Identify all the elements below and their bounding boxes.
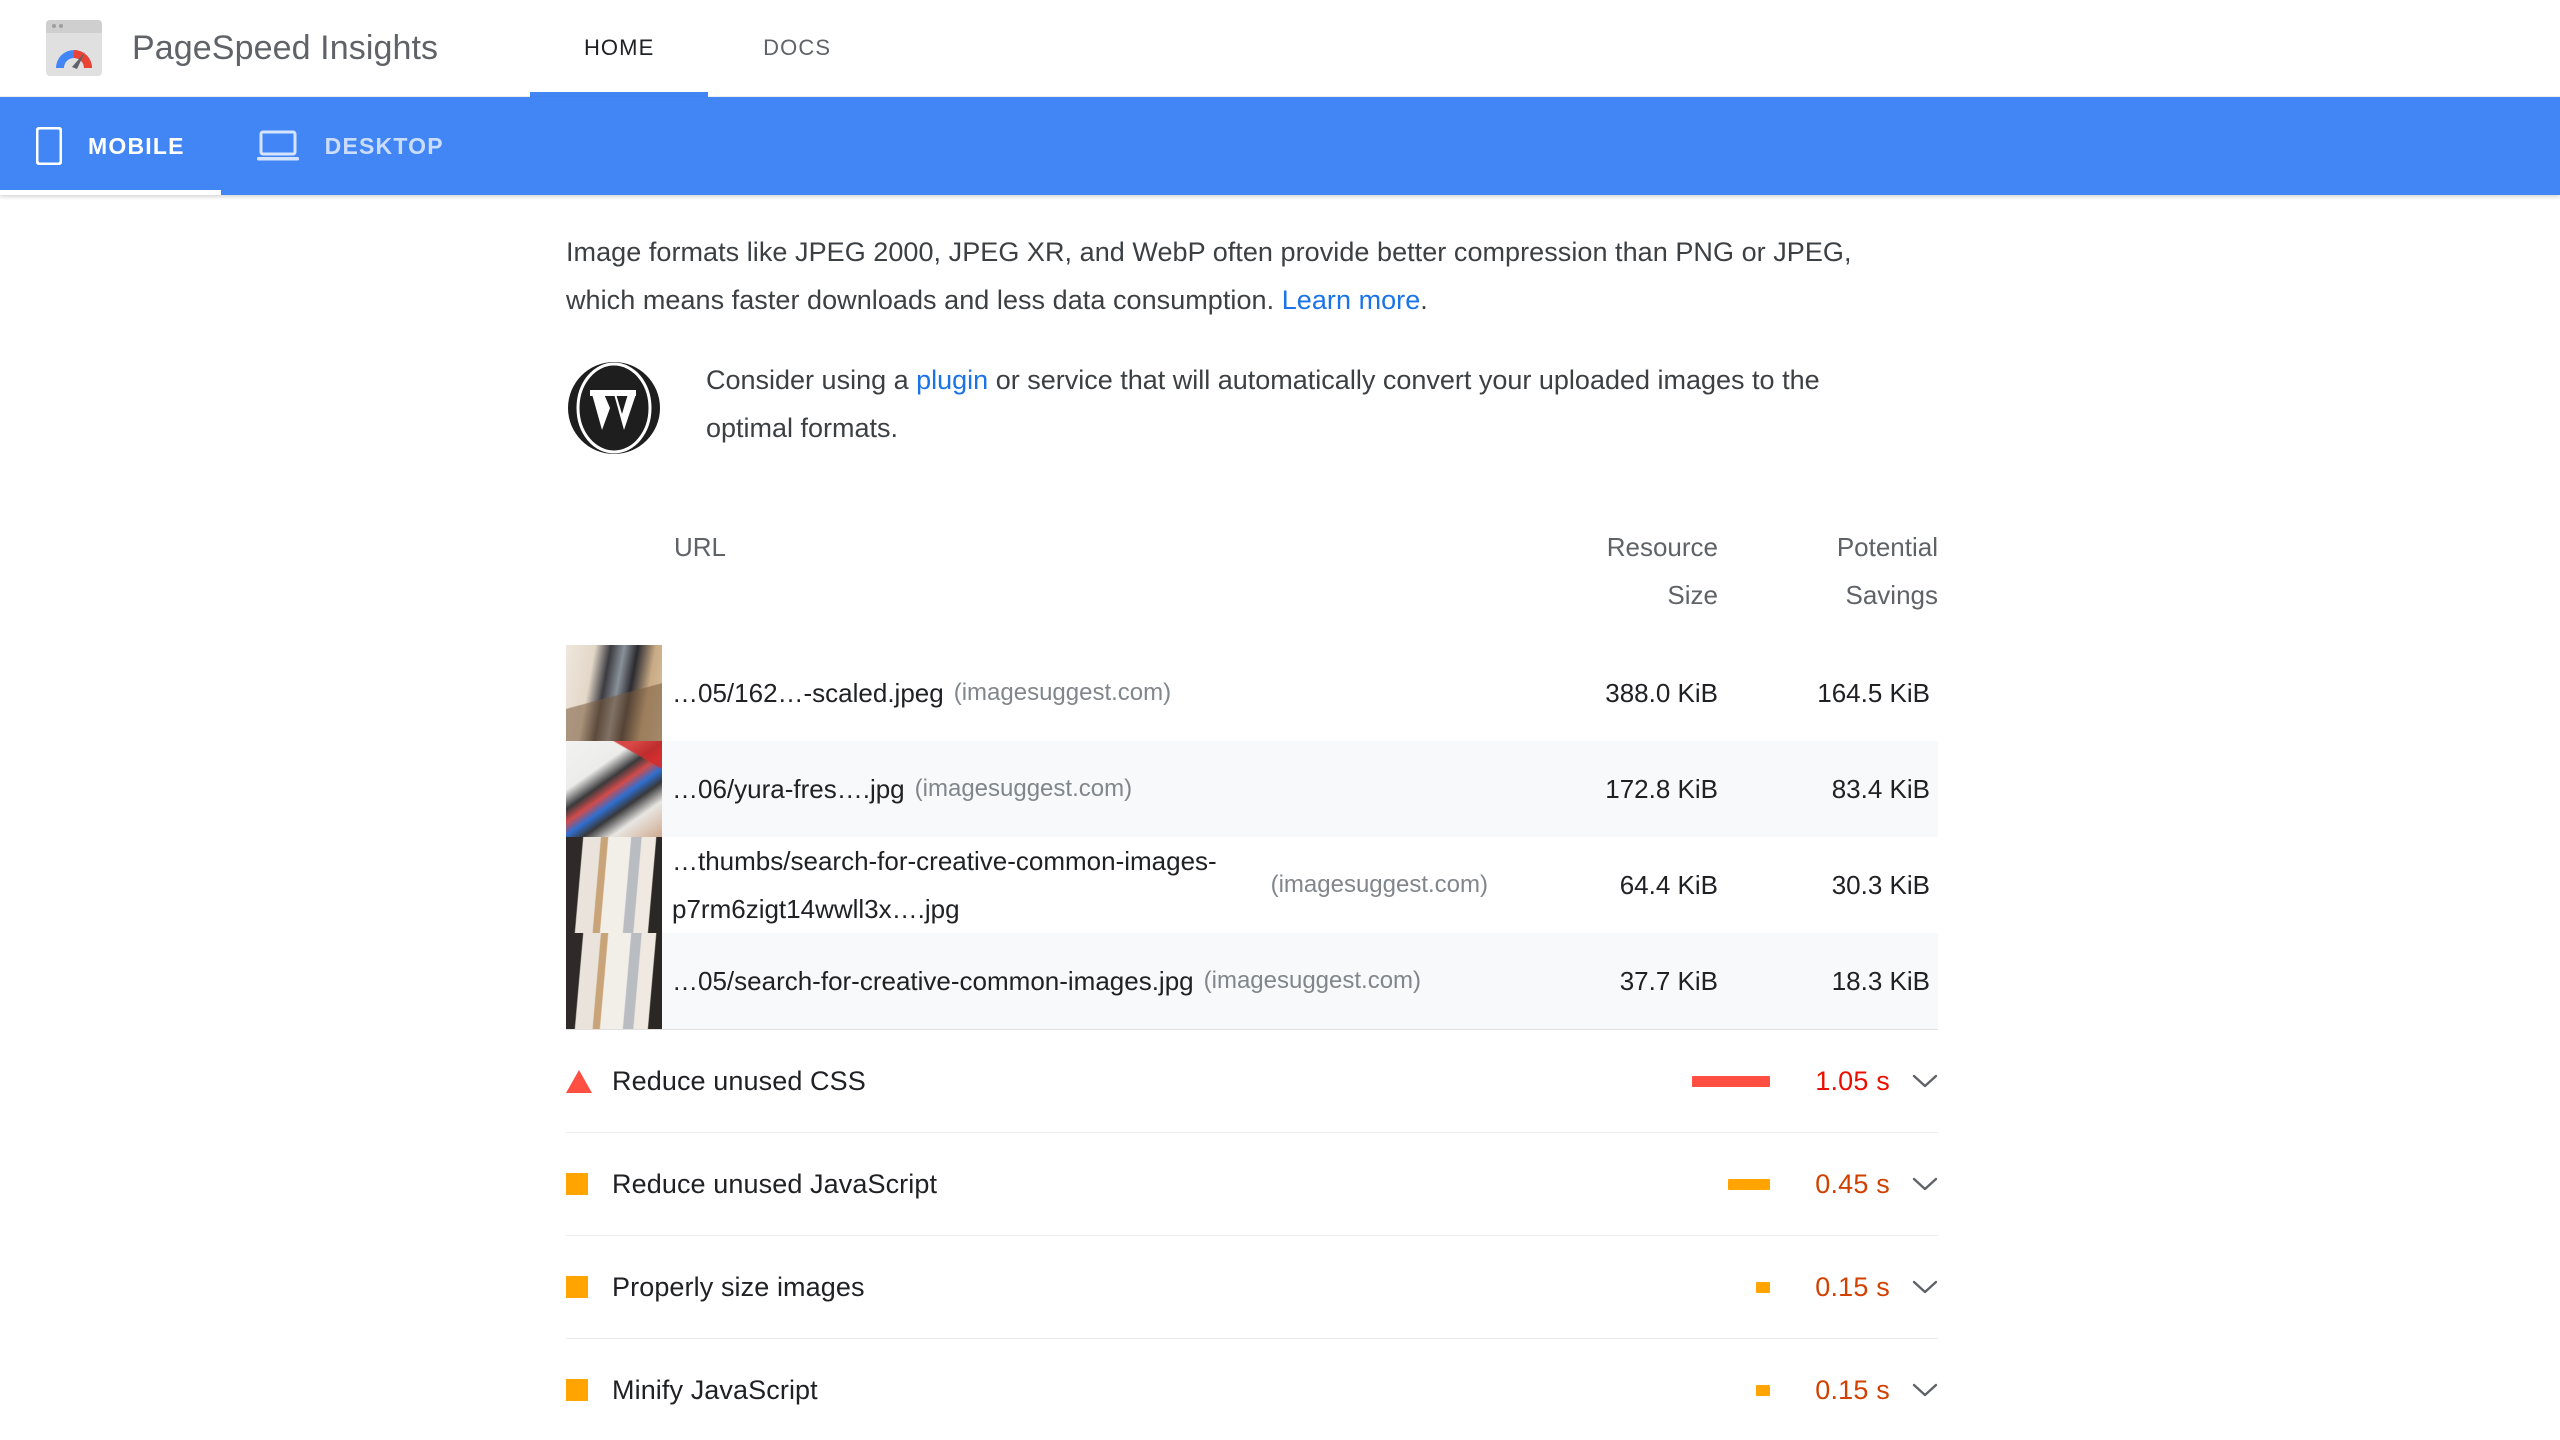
pagespeed-insights-logo-icon — [46, 20, 102, 76]
opportunity-table: URL Resource Size Potential Savings …05/… — [566, 509, 1938, 1029]
column-header-url: URL — [674, 532, 727, 562]
brand: PageSpeed Insights — [46, 20, 438, 76]
resource-url[interactable]: …05/162…-scaled.jpeg — [672, 669, 954, 717]
audit-detail-panel: Image formats like JPEG 2000, JPEG XR, a… — [0, 195, 2560, 1440]
audit-title: Reduce unused JavaScript — [612, 1169, 938, 1199]
table-cell-potential-savings: 30.3 KiB — [1831, 869, 1930, 900]
column-header-resource-size-line1: Resource — [1606, 532, 1718, 562]
audit-row-reduce-unused-css[interactable]: Reduce unused CSS 1.05 s — [566, 1029, 1938, 1132]
audit-title: Reduce unused CSS — [612, 1066, 866, 1096]
table-cell-url: …thumbs/search-for-creative-common-image… — [566, 837, 1488, 933]
table-cell-potential-savings: 18.3 KiB — [1831, 965, 1930, 996]
audit-description-period: . — [1420, 285, 1428, 315]
table-header: URL Resource Size Potential Savings — [566, 509, 1938, 645]
chevron-down-icon[interactable] — [1912, 1382, 1938, 1398]
resource-thumbnail — [566, 741, 662, 837]
audit-description-text: Image formats like JPEG 2000, JPEG XR, a… — [566, 237, 1852, 315]
resource-thumbnail — [566, 933, 662, 1029]
audit-value: 1.05 s — [1815, 1065, 1890, 1096]
resource-url[interactable]: …05/search-for-creative-common-images.jp… — [672, 957, 1204, 1005]
tab-docs[interactable]: DOCS — [708, 0, 886, 97]
table-cell-resource-size: 37.7 KiB — [1619, 965, 1718, 996]
resource-thumbnail — [566, 837, 662, 933]
audit-description: Image formats like JPEG 2000, JPEG XR, a… — [566, 213, 1856, 324]
table-cell-url: …06/yura-fres….jpg (imagesuggest.com) — [566, 741, 1488, 837]
table-cell-resource-size: 172.8 KiB — [1605, 773, 1718, 804]
main-nav-tabs: HOME DOCS — [530, 0, 886, 97]
resource-url[interactable]: …thumbs/search-for-creative-common-image… — [672, 837, 1271, 933]
orange-square-icon — [566, 1276, 612, 1298]
resource-thumbnail — [566, 645, 662, 741]
chevron-down-icon[interactable] — [1912, 1279, 1938, 1295]
table-cell-resource-size: 64.4 KiB — [1619, 869, 1718, 900]
opportunity-list: Reduce unused CSS 1.05 s Reduce unused J… — [566, 1029, 1938, 1440]
audit-title: Properly size images — [612, 1272, 865, 1302]
resource-url[interactable]: …06/yura-fres….jpg — [672, 765, 915, 813]
resource-domain: (imagesuggest.com) — [1203, 967, 1422, 994]
tab-mobile[interactable]: MOBILE — [0, 97, 221, 195]
audit-row-reduce-unused-javascript[interactable]: Reduce unused JavaScript 0.45 s — [566, 1132, 1938, 1235]
app-header: PageSpeed Insights HOME DOCS — [0, 0, 2560, 97]
audit-value: 0.15 s — [1815, 1271, 1890, 1302]
learn-more-link[interactable]: Learn more — [1282, 285, 1421, 315]
savings-bar-track — [1630, 1384, 1770, 1396]
page-title: PageSpeed Insights — [132, 28, 439, 67]
table-header-row: URL Resource Size Potential Savings — [566, 509, 1938, 645]
cms-text-before: Consider using a — [706, 365, 917, 395]
column-header-resource-size-line2: Size — [1667, 580, 1718, 610]
resource-domain: (imagesuggest.com) — [1270, 871, 1488, 898]
table-cell-resource-size: 388.0 KiB — [1605, 677, 1718, 708]
table-cell-url: …05/162…-scaled.jpeg (imagesuggest.com) — [566, 645, 1488, 741]
audit-title: Minify JavaScript — [612, 1375, 818, 1405]
audit-row-minify-javascript[interactable]: Minify JavaScript 0.15 s — [566, 1338, 1938, 1440]
resource-domain: (imagesuggest.com) — [914, 775, 1133, 802]
chevron-down-icon[interactable] — [1912, 1176, 1938, 1192]
resource-domain: (imagesuggest.com) — [953, 679, 1172, 706]
audit-value: 0.45 s — [1815, 1168, 1890, 1199]
table-row[interactable]: …05/search-for-creative-common-images.jp… — [566, 933, 1938, 1029]
column-header-savings-line2: Savings — [1845, 580, 1939, 610]
tab-desktop-label: DESKTOP — [324, 132, 444, 159]
table-row[interactable]: …06/yura-fres….jpg (imagesuggest.com) 17… — [566, 741, 1938, 837]
savings-bar-track — [1630, 1281, 1770, 1293]
table-cell-potential-savings: 83.4 KiB — [1831, 773, 1930, 804]
table-cell-url: …05/search-for-creative-common-images.jp… — [566, 933, 1488, 1029]
column-header-potential-savings: Potential Savings — [1718, 509, 1938, 645]
table-row[interactable]: …05/162…-scaled.jpeg (imagesuggest.com) … — [566, 645, 1938, 741]
cms-callout-text: Consider using a plugin or service that … — [706, 356, 1906, 452]
wordpress-logo-icon — [566, 360, 662, 461]
column-header-resource-size: Resource Size — [1488, 509, 1718, 645]
orange-square-icon — [566, 1379, 612, 1401]
tab-home[interactable]: HOME — [530, 0, 709, 97]
laptop-icon — [256, 130, 299, 162]
mobile-phone-icon — [36, 127, 62, 165]
audit-value: 0.15 s — [1815, 1374, 1890, 1405]
savings-bar-track — [1630, 1178, 1770, 1190]
audit-row-properly-size-images[interactable]: Properly size images 0.15 s — [566, 1235, 1938, 1338]
tab-mobile-label: MOBILE — [88, 132, 185, 159]
plugin-link[interactable]: plugin — [916, 365, 988, 395]
device-tab-bar: MOBILE DESKTOP — [0, 97, 2560, 195]
audit-metrics: 0.45 s — [1628, 1169, 1938, 1200]
savings-bar — [1756, 1281, 1770, 1293]
audit-metrics: 0.15 s — [1628, 1375, 1938, 1406]
table-row[interactable]: …thumbs/search-for-creative-common-image… — [566, 837, 1938, 933]
table-body: …05/162…-scaled.jpeg (imagesuggest.com) … — [566, 645, 1938, 1029]
column-header-savings-line1: Potential — [1836, 532, 1938, 562]
red-triangle-icon — [566, 1069, 612, 1093]
savings-bar — [1756, 1384, 1770, 1396]
audit-metrics: 0.15 s — [1628, 1272, 1938, 1303]
chevron-down-icon[interactable] — [1912, 1073, 1938, 1089]
savings-bar — [1692, 1075, 1770, 1087]
table-cell-potential-savings: 164.5 KiB — [1817, 677, 1930, 708]
orange-square-icon — [566, 1173, 612, 1195]
savings-bar-track — [1630, 1075, 1770, 1087]
tab-desktop[interactable]: DESKTOP — [221, 97, 480, 195]
cms-callout: Consider using a plugin or service that … — [566, 356, 1938, 461]
savings-bar — [1728, 1178, 1770, 1190]
audit-metrics: 1.05 s — [1628, 1066, 1938, 1097]
